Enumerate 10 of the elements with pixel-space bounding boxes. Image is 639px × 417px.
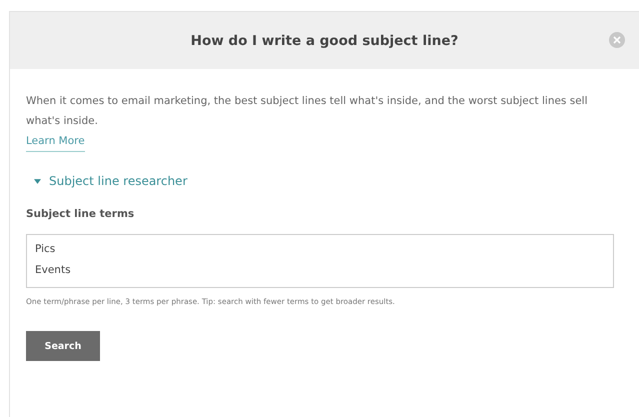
search-button[interactable]: Search: [26, 331, 100, 361]
close-button[interactable]: [609, 32, 625, 48]
dialog-title: How do I write a good subject line?: [190, 32, 458, 48]
caret-icon: [34, 178, 41, 184]
close-icon: [613, 36, 621, 44]
learn-more-link[interactable]: Learn More: [26, 131, 85, 152]
researcher-toggle[interactable]: Subject line researcher: [34, 174, 188, 188]
field-label: Subject line terms: [26, 208, 134, 220]
terms-field[interactable]: Pics Events: [26, 234, 614, 288]
intro-text: When it comes to email marketing, the best subject lines tell what's inside, and the worst subject lines sell what's inside.: [26, 94, 589, 129]
